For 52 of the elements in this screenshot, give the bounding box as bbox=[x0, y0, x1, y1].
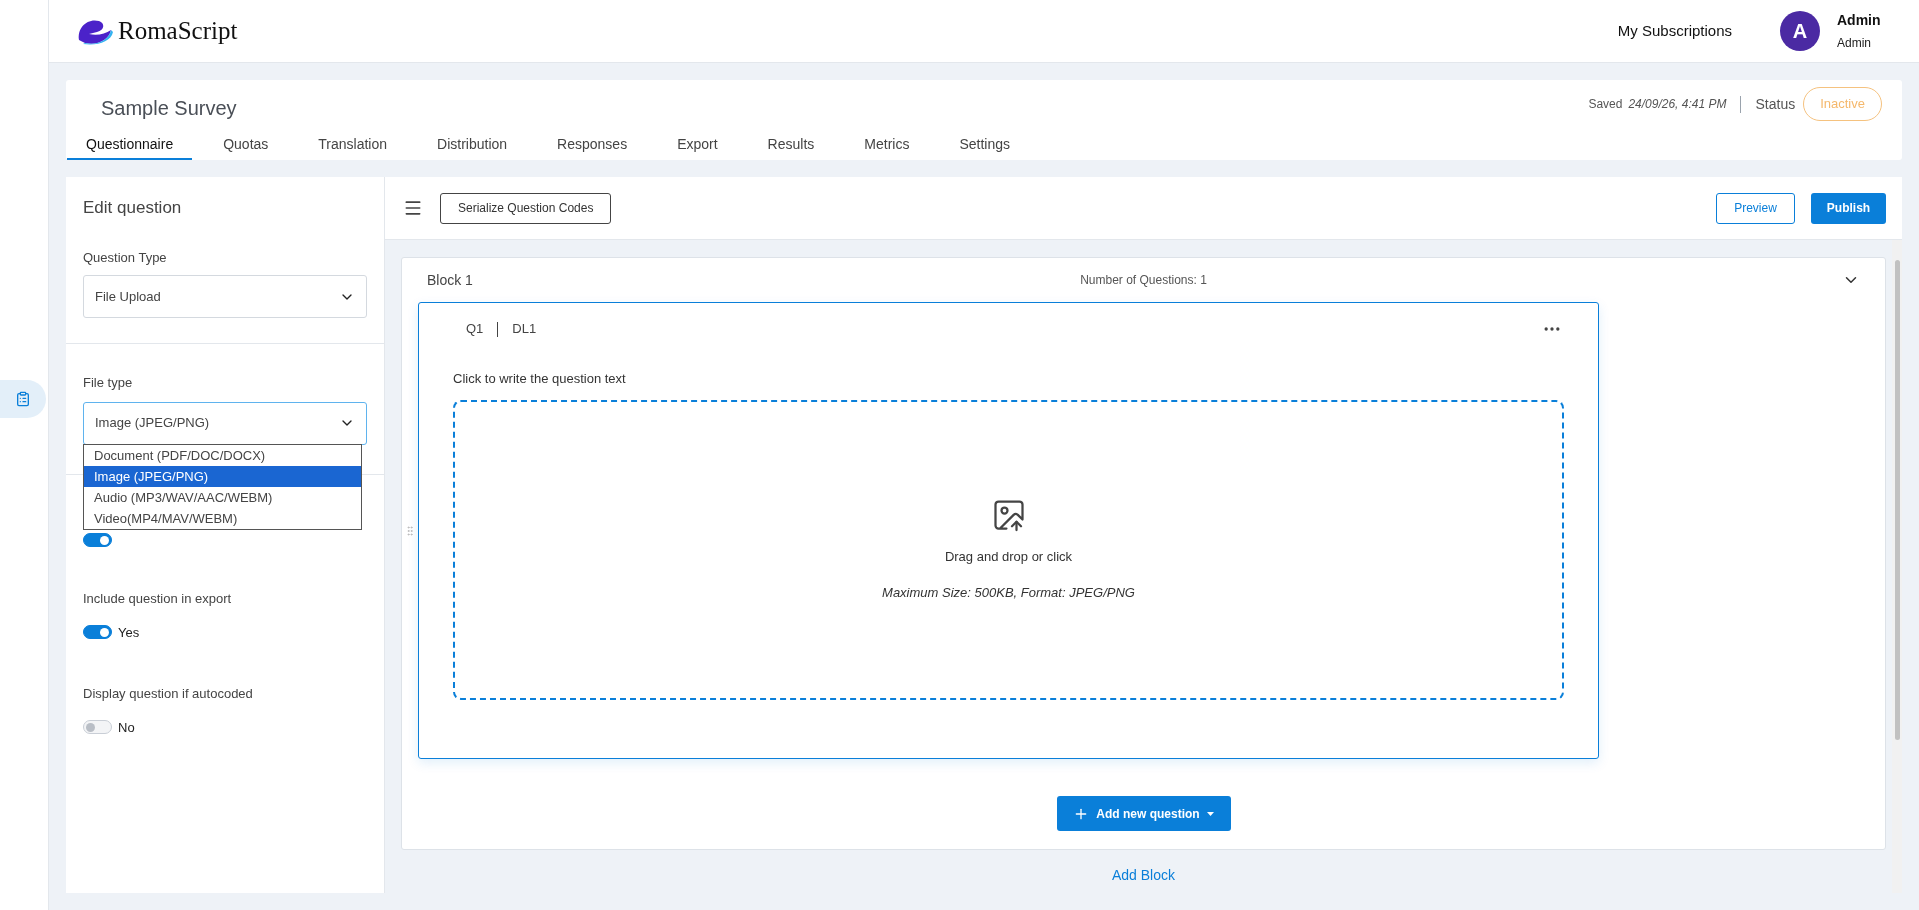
publish-button[interactable]: Publish bbox=[1811, 192, 1886, 224]
survey-nav-item[interactable] bbox=[0, 380, 46, 418]
scrollbar[interactable] bbox=[1892, 240, 1902, 893]
clipboard-icon bbox=[15, 391, 31, 407]
toggle-switch[interactable] bbox=[83, 533, 112, 547]
preview-button[interactable]: Preview bbox=[1716, 192, 1795, 224]
upload-limits: Maximum Size: 500KB, Format: JPEG/PNG bbox=[882, 583, 1135, 602]
field-label: File type bbox=[83, 374, 134, 392]
menu-icon[interactable] bbox=[403, 198, 423, 218]
question-count: Number of Questions: 1 bbox=[1079, 272, 1208, 289]
question-type-select[interactable]: File Upload bbox=[83, 275, 367, 318]
toggle-switch[interactable] bbox=[83, 720, 112, 735]
survey-tab[interactable]: Settings bbox=[940, 130, 1029, 160]
survey-tab[interactable]: Quotas bbox=[204, 130, 288, 160]
drag-handle-icon[interactable] bbox=[404, 524, 416, 537]
block-title: Block 1 bbox=[427, 270, 474, 290]
serialize-button[interactable]: Serialize Question Codes bbox=[440, 192, 612, 224]
survey-tab[interactable]: Results bbox=[748, 130, 834, 160]
add-question-button[interactable]: Add new question bbox=[1056, 796, 1231, 831]
question-text[interactable]: Click to write the question text bbox=[453, 369, 1564, 389]
toggle-value: No bbox=[118, 718, 135, 737]
subscriptions-link[interactable]: My Subscriptions bbox=[1617, 19, 1732, 43]
user-role: Admin bbox=[1837, 35, 1872, 52]
brand-name: RomaScript bbox=[118, 16, 238, 47]
setting-label: Include question in export bbox=[83, 590, 233, 608]
upload-dropzone[interactable]: Drag and drop or click Maximum Size: 500KB, Format: JPEG/PNG bbox=[453, 399, 1564, 700]
survey-tab[interactable]: Translation bbox=[299, 130, 407, 160]
add-block-link[interactable]: Add Block bbox=[1111, 865, 1175, 886]
saved-label: Saved bbox=[1588, 96, 1623, 113]
upload-hint: Drag and drop or click bbox=[944, 548, 1073, 566]
dropdown-option[interactable]: Audio (MP3/WAV/AAC/WEBM) bbox=[84, 487, 361, 508]
toggle-switch[interactable] bbox=[83, 625, 112, 640]
dropdown-option[interactable]: Image (JPEG/PNG) bbox=[84, 466, 361, 487]
field-label: Question Type bbox=[83, 248, 168, 267]
setting-label: Display question if autocoded bbox=[83, 685, 254, 703]
panel-title: Edit question bbox=[83, 197, 183, 219]
saved-time: 24/09/26, 4:41 PM bbox=[1628, 96, 1727, 113]
survey-tab[interactable]: Responses bbox=[538, 130, 647, 160]
user-avatar[interactable]: A bbox=[1780, 11, 1820, 51]
status-label: Status bbox=[1755, 94, 1796, 114]
survey-tab[interactable]: Metrics bbox=[845, 130, 929, 160]
survey-tab[interactable]: Questionnaire bbox=[67, 130, 193, 160]
question-label: DL1 bbox=[512, 320, 537, 339]
survey-title: Sample Survey bbox=[101, 96, 237, 121]
dropdown-option[interactable]: Video(MP4/MAV/WEBM) bbox=[84, 508, 361, 529]
caret-icon bbox=[1206, 811, 1214, 816]
dropdown-option[interactable]: Document (PDF/DOC/DOCX) bbox=[84, 445, 361, 466]
user-name: Admin bbox=[1837, 11, 1882, 30]
toggle-value: Yes bbox=[118, 623, 140, 642]
question-code: Q1 bbox=[466, 320, 484, 339]
survey-tab[interactable]: Distribution bbox=[418, 130, 527, 160]
survey-tab[interactable]: Export bbox=[658, 130, 737, 160]
